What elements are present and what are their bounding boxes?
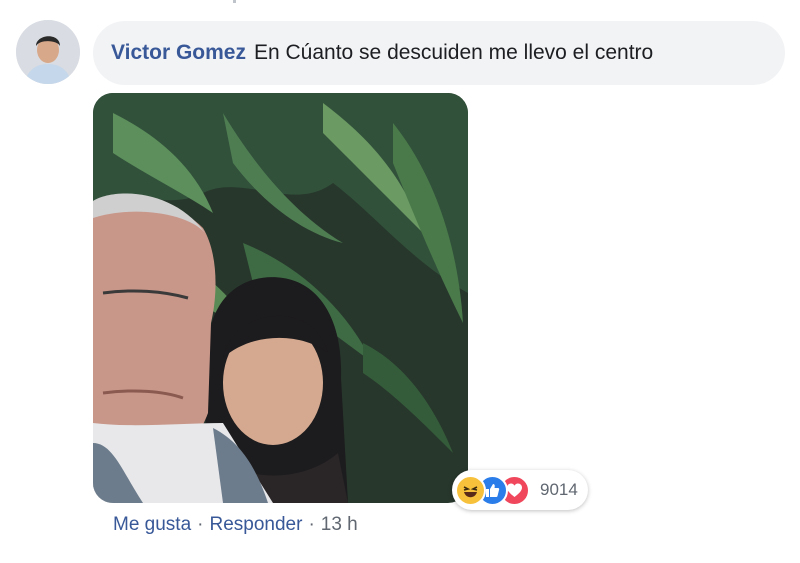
comment-photo[interactable]: [93, 93, 468, 503]
avatar-image: [16, 20, 80, 84]
comment-bubble: Victor Gomez En Cúanto se descuiden me l…: [93, 21, 785, 85]
reply-link[interactable]: Responder: [209, 514, 302, 536]
top-divider-mark: [233, 0, 236, 3]
haha-icon: [455, 474, 486, 506]
comment-actions: Me gusta · Responder · 13 h: [113, 514, 358, 536]
action-separator: ·: [308, 514, 315, 535]
photo-image: [93, 93, 468, 503]
reactions-summary[interactable]: 9014: [452, 470, 588, 510]
comment-text: En Cúanto se descuiden me llevo el centr…: [253, 41, 654, 64]
like-link[interactable]: Me gusta: [113, 514, 191, 536]
avatar[interactable]: [16, 20, 80, 84]
comment-timestamp[interactable]: 13 h: [321, 514, 358, 536]
action-separator: ·: [197, 514, 204, 535]
comment-author[interactable]: Victor Gomez: [111, 41, 246, 65]
reaction-count: 9014: [540, 480, 578, 499]
